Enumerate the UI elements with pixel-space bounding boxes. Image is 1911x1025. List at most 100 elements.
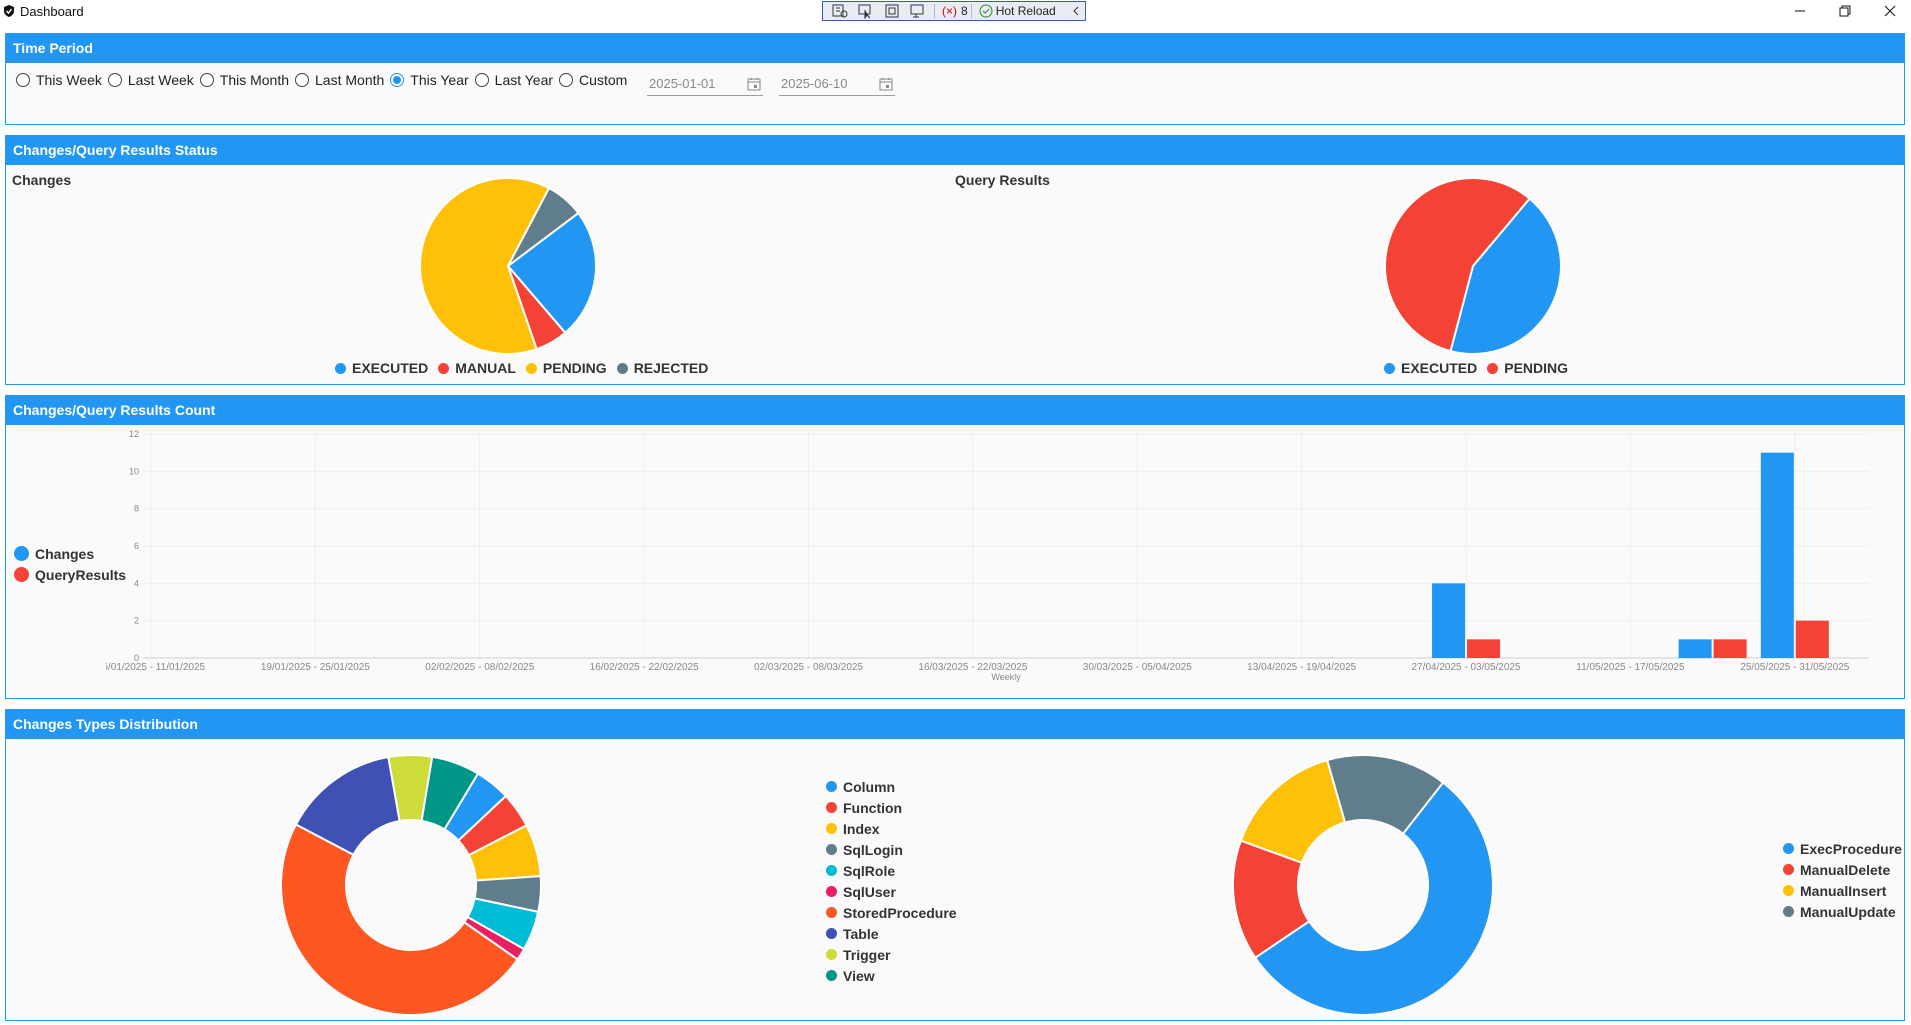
bar-changes[interactable] <box>1678 639 1712 658</box>
panel-header: Time Period <box>6 34 1904 63</box>
changes-chart-title: Changes <box>12 172 72 188</box>
track-focus-icon[interactable] <box>909 3 927 19</box>
x-axis-title: Weekly <box>991 672 1021 682</box>
legend-label: ManualDelete <box>1800 861 1891 878</box>
query-results-status-legend: EXECUTED PENDING <box>1384 360 1578 376</box>
legend-label: Trigger <box>843 946 891 963</box>
type-legend-item[interactable]: View <box>826 965 957 986</box>
radio-last-week[interactable]: Last Week <box>107 72 194 88</box>
legend-marker <box>1783 885 1794 896</box>
legend-label: SqlRole <box>843 862 896 879</box>
calendar-icon[interactable] <box>747 77 761 91</box>
type-legend-item[interactable]: SqlRole <box>826 860 957 881</box>
type-legend-item[interactable]: Function <box>826 797 957 818</box>
manual-type-legend-item[interactable]: ExecProcedure <box>1783 838 1902 859</box>
legend-marker <box>826 970 837 981</box>
panel-header: Changes/Query Results Count <box>6 396 1904 425</box>
bar-queryresults[interactable] <box>1795 620 1829 658</box>
legend-marker <box>1783 864 1794 875</box>
legend-label: MANUAL <box>455 360 516 376</box>
legend-marker <box>826 865 837 876</box>
minimize-icon <box>1795 10 1805 12</box>
binding-failures-count: 8 <box>961 4 968 18</box>
radio-circle[interactable] <box>16 73 30 87</box>
collapse-toolbar-icon[interactable] <box>1070 4 1082 18</box>
legend-marker <box>616 362 628 374</box>
radio-last-year[interactable]: Last Year <box>474 72 553 88</box>
legend-label: ManualUpdate <box>1800 903 1896 920</box>
legend-marker <box>826 802 837 813</box>
binding-failures-icon[interactable]: (×) <box>942 4 957 18</box>
changes-legend-item[interactable]: MANUAL <box>438 360 516 376</box>
manual-type-legend-item[interactable]: ManualDelete <box>1783 859 1902 880</box>
radio-label: This Month <box>219 72 290 88</box>
radio-this-month[interactable]: This Month <box>199 72 290 88</box>
query-legend-item[interactable]: PENDING <box>1487 360 1568 376</box>
close-button[interactable] <box>1870 0 1910 22</box>
radio-label: Custom <box>579 72 628 88</box>
bar-queryresults[interactable] <box>1713 639 1747 658</box>
change-types-donut-chart <box>280 754 542 1016</box>
legend-label: ManualInsert <box>1800 882 1887 899</box>
radio-label: Last Week <box>127 72 194 88</box>
radio-circle[interactable] <box>199 73 214 87</box>
radio-label: This Week <box>36 72 102 88</box>
y-tick-label: 4 <box>134 578 139 588</box>
legend-marker <box>826 886 837 897</box>
legend-label: EXECUTED <box>1401 360 1478 376</box>
y-tick-label: 8 <box>134 504 139 514</box>
live-visual-tree-icon[interactable] <box>831 3 849 19</box>
start-date-picker[interactable]: 2025-01-01 <box>647 74 763 96</box>
type-legend-item[interactable]: StoredProcedure <box>826 902 957 923</box>
radio-this-year[interactable]: This Year <box>390 72 469 88</box>
radio-circle[interactable] <box>107 73 122 87</box>
legend-marker <box>1384 362 1395 374</box>
legend-label: StoredProcedure <box>843 904 957 921</box>
type-legend-item[interactable]: Table <box>826 923 957 944</box>
x-tick-label: 30/03/2025 - 05/04/2025 <box>1083 662 1192 673</box>
type-legend-item[interactable]: Trigger <box>826 944 957 965</box>
query-legend-item[interactable]: EXECUTED <box>1384 360 1477 376</box>
legend-marker <box>438 362 450 374</box>
bar-changes[interactable] <box>1432 583 1466 658</box>
y-tick-label: 12 <box>129 429 139 439</box>
select-element-icon[interactable] <box>857 3 875 19</box>
bar-queryresults[interactable] <box>1467 639 1501 658</box>
calendar-icon[interactable] <box>879 77 893 91</box>
changes-legend-item[interactable]: REJECTED <box>616 360 709 376</box>
changes-legend-item[interactable]: PENDING <box>525 360 607 376</box>
query-results-chart-title: Query Results <box>955 172 1050 188</box>
close-icon <box>1884 5 1896 17</box>
radio-circle[interactable] <box>474 73 489 87</box>
legend-label: Table <box>843 925 879 942</box>
legend-label: REJECTED <box>633 360 709 376</box>
hot-reload-status[interactable]: Hot Reload <box>979 4 1056 18</box>
type-legend-item[interactable]: SqlUser <box>826 881 957 902</box>
app-shield-icon <box>4 5 14 17</box>
legend-label: Changes <box>35 545 95 562</box>
legend-marker <box>14 567 29 582</box>
legend-marker <box>826 781 837 792</box>
radio-circle[interactable] <box>559 73 574 87</box>
radio-circle[interactable] <box>295 73 310 87</box>
x-tick-label: 13/04/2025 - 19/04/2025 <box>1247 662 1356 673</box>
x-tick-label: 05/01/2025 - 11/01/2025 <box>106 662 206 673</box>
radio-this-week[interactable]: This Week <box>16 72 102 88</box>
type-legend-item[interactable]: Index <box>826 818 957 839</box>
legend-marker <box>1783 906 1794 917</box>
display-layout-adorners-icon[interactable] <box>883 3 901 19</box>
manual-type-legend-item[interactable]: ManualInsert <box>1783 880 1902 901</box>
legend-marker <box>335 362 346 374</box>
changes-legend-item[interactable]: EXECUTED <box>335 360 428 376</box>
radio-custom[interactable]: Custom <box>559 72 627 88</box>
end-date-picker[interactable]: 2025-06-10 <box>779 74 895 96</box>
minimize-button[interactable] <box>1780 0 1820 22</box>
radio-last-month[interactable]: Last Month <box>295 72 384 88</box>
radio-circle[interactable] <box>390 73 405 87</box>
legend-label: Function <box>843 799 903 816</box>
manual-type-legend-item[interactable]: ManualUpdate <box>1783 901 1902 922</box>
bar-changes[interactable] <box>1760 452 1794 658</box>
type-legend-item[interactable]: Column <box>826 776 957 797</box>
restore-button[interactable] <box>1825 0 1865 22</box>
type-legend-item[interactable]: SqlLogin <box>826 839 957 860</box>
